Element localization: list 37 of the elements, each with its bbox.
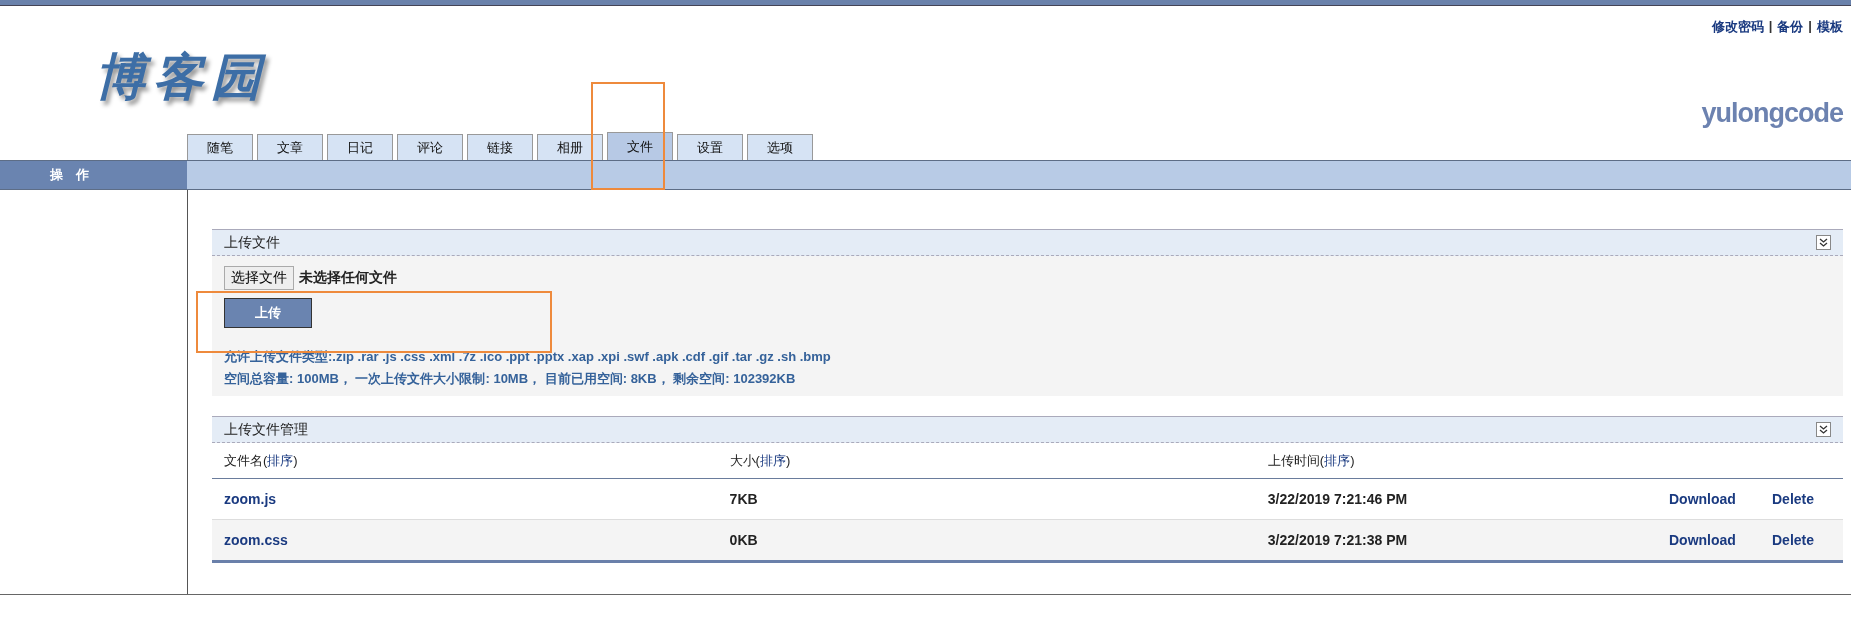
separator: |	[1768, 18, 1773, 35]
quota-text: 空间总容量: 100MB， 一次上传文件大小限制: 10MB， 目前已用空间: 8KB， 剩余空间: 102392KB	[224, 370, 797, 388]
table-cell: 7KB	[717, 478, 1256, 520]
nav-tab[interactable]: 日记	[327, 134, 393, 160]
table-cell: 3/22/2019 7:21:46 PM	[1255, 478, 1657, 520]
nav-tab[interactable]: 随笔	[187, 134, 253, 160]
panel-title: 上传文件	[224, 233, 280, 252]
nav-tab[interactable]: 文件	[607, 132, 673, 160]
file-link[interactable]: zoom.css	[224, 532, 288, 548]
header-link[interactable]: 备份	[1777, 18, 1804, 36]
header-link[interactable]: 修改密码	[1711, 18, 1764, 36]
download-link[interactable]: Download	[1669, 491, 1736, 507]
delete-link[interactable]: Delete	[1772, 491, 1815, 507]
delete-link[interactable]: Delete	[1772, 532, 1815, 548]
collapse-icon[interactable]	[1816, 422, 1831, 437]
nav-tab[interactable]: 选项	[747, 134, 813, 160]
nav-tab[interactable]: 相册	[537, 134, 603, 160]
nav-tab[interactable]: 文章	[257, 134, 323, 160]
separator: |	[1808, 18, 1812, 35]
header-link[interactable]: 模板	[1817, 18, 1843, 36]
site-logo[interactable]: 博客园	[95, 44, 269, 104]
collapse-icon[interactable]	[1816, 235, 1831, 250]
table-cell: 3/22/2019 7:21:38 PM	[1255, 519, 1657, 562]
nav-tab[interactable]: 链接	[467, 134, 533, 160]
file-status: 未选择任何文件	[299, 269, 397, 287]
nav-tab[interactable]: 设置	[677, 134, 743, 160]
username: yulongcode	[1701, 98, 1843, 129]
file-link[interactable]: zoom.js	[224, 491, 277, 507]
column-header[interactable]: 上传时间(排序)	[1267, 452, 1355, 468]
table-cell: 0KB	[717, 519, 1256, 562]
column-header[interactable]: 文件名(排序)	[224, 452, 298, 468]
choose-file-button[interactable]: 选择文件	[224, 266, 294, 290]
panel-title: 上传文件管理	[224, 420, 308, 439]
sidebar-title: 操 作	[0, 161, 187, 189]
column-header[interactable]: 大小(排序)	[729, 452, 791, 468]
nav-tab[interactable]: 评论	[397, 134, 463, 160]
upload-button[interactable]: 上传	[224, 298, 312, 328]
